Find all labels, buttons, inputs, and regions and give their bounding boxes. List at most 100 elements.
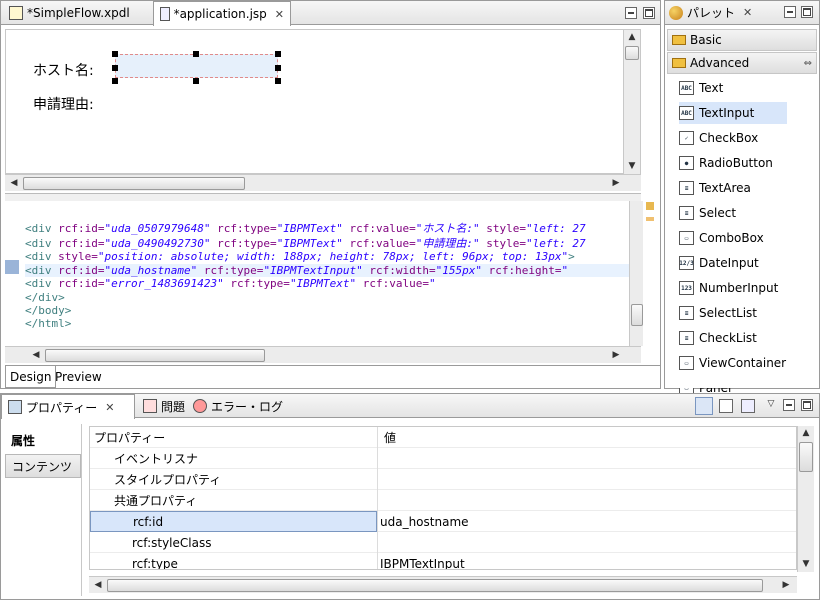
tab-application-jsp[interactable]: *application.jsp ✕ — [153, 1, 291, 26]
code-token: "IBPMText" — [289, 277, 357, 290]
resize-handle[interactable] — [275, 65, 281, 71]
drawer-basic[interactable]: Basic — [667, 29, 817, 51]
scroll-thumb[interactable] — [631, 304, 643, 326]
restore-defaults-icon[interactable] — [741, 399, 755, 413]
scroll-down-icon[interactable]: ▼ — [624, 159, 640, 173]
resize-handle[interactable] — [275, 78, 281, 84]
code-token: "IBPMText" — [276, 237, 343, 250]
code-line[interactable]: </body> — [25, 304, 629, 317]
close-tab-icon[interactable]: ✕ — [275, 8, 284, 21]
table-row[interactable]: rcf:id uda_hostname — [90, 511, 796, 532]
tab-problems[interactable]: 問題 — [137, 394, 191, 418]
code-token: <div — [25, 237, 59, 250]
overview-marker-icon[interactable] — [646, 217, 654, 221]
palette-item-radiobutton[interactable]: ● RadioButton — [679, 152, 820, 174]
tab-design[interactable]: Design — [5, 366, 57, 388]
resize-handle[interactable] — [112, 65, 118, 71]
palette-item-textinput[interactable]: ABC TextInput — [679, 102, 787, 124]
show-categories-icon[interactable] — [695, 397, 713, 415]
minimize-icon[interactable] — [625, 7, 637, 19]
column-header-property[interactable]: プロパティー — [94, 427, 374, 448]
code-line[interactable]: <div rcf:id="uda_hostname" rcf:type="IBP… — [25, 264, 629, 277]
property-value-editor[interactable]: uda_hostname — [380, 511, 794, 532]
code-line[interactable]: <div rcf:id="uda_0507979648" rcf:type="I… — [25, 222, 629, 235]
hostname-label[interactable]: ホスト名: — [33, 60, 94, 80]
resize-handle[interactable] — [275, 51, 281, 57]
table-row[interactable]: イベントリスナ — [90, 448, 796, 469]
scroll-right-icon[interactable]: ▶ — [779, 578, 793, 592]
view-menu-icon[interactable]: ▽ — [765, 398, 777, 410]
maximize-icon[interactable] — [643, 7, 655, 19]
reason-label[interactable]: 申請理由: — [33, 94, 94, 114]
table-row[interactable]: スタイルプロパティ — [90, 469, 796, 490]
palette-item-select[interactable]: ≡ Select — [679, 202, 820, 224]
scroll-up-icon[interactable]: ▲ — [624, 30, 640, 44]
minimize-icon[interactable] — [784, 6, 796, 18]
scroll-thumb[interactable] — [799, 442, 813, 472]
palette-item-checklist[interactable]: ≡ CheckList — [679, 327, 820, 349]
side-tab-attributes[interactable]: 属性 — [5, 428, 81, 452]
table-row[interactable]: rcf:type IBPMTextInput — [90, 553, 796, 570]
collapse-icon[interactable]: ⇔ — [804, 58, 812, 69]
scroll-left-icon[interactable]: ◀ — [7, 176, 21, 190]
design-horizontal-scrollbar[interactable]: ◀ ▶ — [5, 174, 641, 191]
close-tab-icon[interactable]: ✕ — [105, 401, 114, 414]
palette-item-dateinput[interactable]: 12/3 DateInput — [679, 252, 820, 274]
resize-handle[interactable] — [112, 78, 118, 84]
side-divider — [81, 424, 82, 596]
code-token: style= — [58, 250, 98, 263]
properties-vertical-scrollbar[interactable]: ▲ ▼ — [797, 426, 814, 572]
tab-simpleflow-xpdl[interactable]: *SimpleFlow.xpdl — [3, 1, 136, 25]
scroll-thumb[interactable] — [23, 177, 245, 190]
design-canvas[interactable]: ホスト名: 申請理由: — [5, 29, 641, 174]
palette-item-viewcontainer[interactable]: ▭ ViewContainer — [679, 352, 820, 374]
resize-handle[interactable] — [112, 51, 118, 57]
scroll-right-icon[interactable]: ▶ — [609, 176, 623, 190]
show-advanced-icon[interactable] — [719, 399, 733, 413]
side-tab-contents[interactable]: コンテンツ — [5, 454, 81, 478]
table-row[interactable]: 共通プロパティ — [90, 490, 796, 511]
code-line[interactable]: </div> — [25, 291, 629, 304]
column-header-value[interactable]: 値 — [384, 427, 584, 448]
scroll-left-icon[interactable]: ◀ — [91, 578, 105, 592]
source-vertical-scrollbar[interactable] — [629, 201, 643, 346]
code-line[interactable]: <div rcf:id="uda_0490492730" rcf:type="I… — [25, 237, 629, 250]
palette-item-combobox[interactable]: ▭ ComboBox — [679, 227, 820, 249]
maximize-icon[interactable] — [801, 6, 813, 18]
tab-properties[interactable]: プロパティー ✕ — [1, 394, 135, 419]
table-row[interactable]: rcf:styleClass — [90, 532, 796, 553]
scroll-down-icon[interactable]: ▼ — [798, 557, 814, 571]
code-line[interactable]: <div rcf:id="error_1483691423" rcf:type=… — [25, 277, 629, 290]
source-horizontal-scrollbar[interactable]: ◀ ▶ — [5, 346, 641, 363]
scroll-thumb[interactable] — [107, 579, 763, 592]
palette-item-label: Text — [699, 81, 724, 95]
scroll-up-icon[interactable]: ▲ — [798, 426, 814, 440]
tab-error-log[interactable]: エラー・ログ — [187, 394, 289, 418]
folder-open-icon — [672, 58, 686, 68]
palette-item-label: RadioButton — [699, 156, 773, 170]
scroll-thumb[interactable] — [45, 349, 265, 362]
column-divider[interactable] — [377, 427, 378, 569]
properties-horizontal-scrollbar[interactable]: ◀ ▶ — [89, 576, 797, 593]
design-vertical-scrollbar[interactable]: ▲ ▼ — [623, 30, 640, 174]
scroll-right-icon[interactable]: ▶ — [609, 348, 623, 362]
palette-item-checkbox[interactable]: ✓ CheckBox — [679, 127, 820, 149]
tab-preview[interactable]: Preview — [51, 366, 106, 388]
warning-marker-icon[interactable] — [646, 202, 654, 210]
design-source-splitter[interactable] — [5, 193, 641, 201]
palette-item-textarea[interactable]: ≡ TextArea — [679, 177, 820, 199]
scroll-thumb[interactable] — [625, 46, 639, 60]
hostname-text-input[interactable] — [115, 54, 278, 78]
close-palette-icon[interactable]: ✕ — [743, 6, 752, 19]
code-line[interactable]: <div style="position: absolute; width: 1… — [25, 250, 629, 263]
resize-handle[interactable] — [193, 51, 199, 57]
resize-handle[interactable] — [193, 78, 199, 84]
palette-item-selectlist[interactable]: ≡ SelectList — [679, 302, 820, 324]
maximize-icon[interactable] — [801, 399, 813, 411]
code-line[interactable]: </html> — [25, 317, 629, 330]
palette-item-text[interactable]: ABC Text — [679, 77, 820, 99]
drawer-advanced[interactable]: Advanced ⇔ — [667, 52, 817, 74]
scroll-left-icon[interactable]: ◀ — [29, 348, 43, 362]
minimize-icon[interactable] — [783, 399, 795, 411]
palette-item-numberinput[interactable]: 123 NumberInput — [679, 277, 820, 299]
